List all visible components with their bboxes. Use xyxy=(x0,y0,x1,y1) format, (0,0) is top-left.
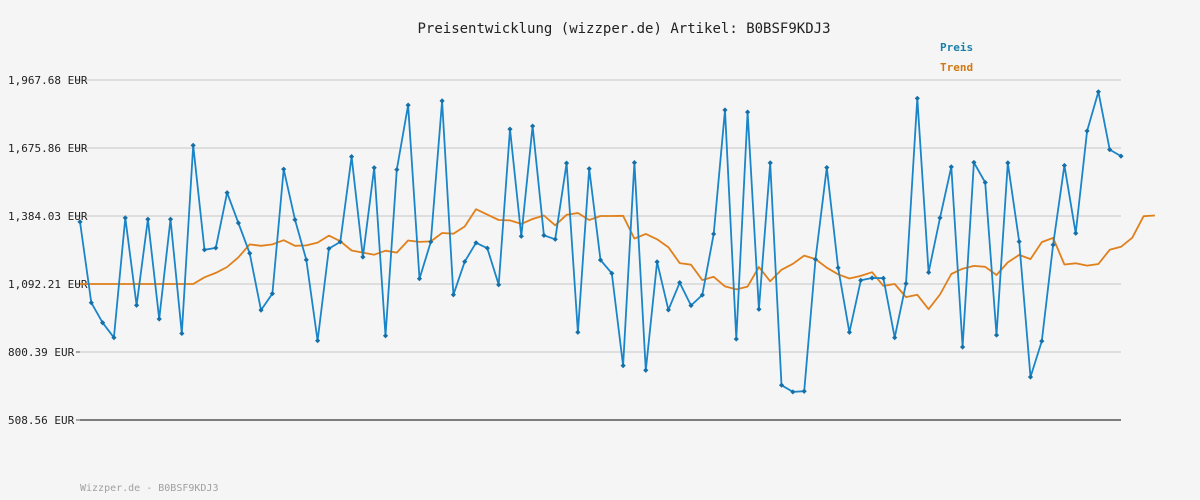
y-tick-label: 800.39 EUR xyxy=(8,346,75,359)
chart-title: Preisentwicklung (wizzper.de) Artikel: B… xyxy=(417,21,830,37)
legend-preis: Preis xyxy=(940,41,973,54)
y-tick-label: 1,675.86 EUR xyxy=(8,142,88,155)
footer-text: Wizzper.de - B0BSF9KDJ3 xyxy=(80,483,218,494)
y-tick-label: 1,092.21 EUR xyxy=(8,278,88,291)
y-tick-label: 1,384.03 EUR xyxy=(8,210,88,223)
price-chart: Preisentwicklung (wizzper.de) Artikel: B… xyxy=(0,0,1200,500)
y-tick-label: 508.56 EUR xyxy=(8,414,75,427)
y-tick-label: 1,967.68 EUR xyxy=(8,74,88,87)
legend-trend: Trend xyxy=(940,61,973,74)
